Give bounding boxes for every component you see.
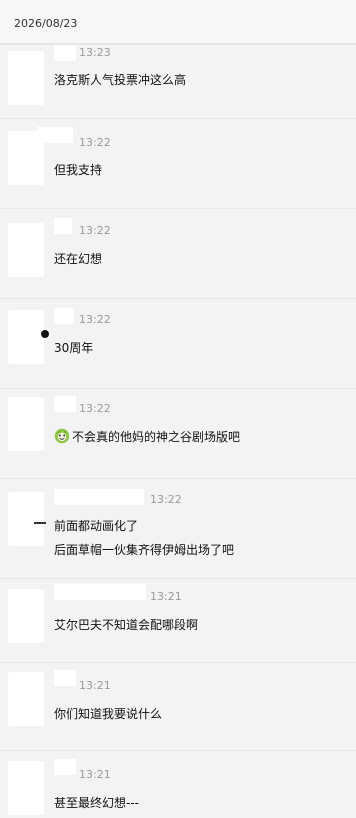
avatar[interactable] xyxy=(8,310,49,364)
avatar[interactable] xyxy=(8,761,44,815)
message-text-line: 甚至最终幻想--- xyxy=(54,796,139,810)
message-time: 13:21 xyxy=(79,679,111,692)
message-item[interactable]: 13:23 洛克斯人气投票冲这么高 xyxy=(0,44,356,118)
message-item[interactable]: 13:21 甚至最终幻想--- xyxy=(0,750,356,818)
message-time: 13:22 xyxy=(79,224,111,237)
message-item[interactable]: 13:22 前面都动画化了 后面草帽一伙集齐得伊姆出场了吧 xyxy=(0,478,356,578)
message-text-line: 艾尔巴夫不知道会配哪段啊 xyxy=(54,618,199,632)
message-item[interactable]: 13:22 但我支持 xyxy=(0,118,356,208)
message-text-line: 后面草帽一伙集齐得伊姆出场了吧 xyxy=(54,543,235,557)
message-text-line: 但我支持 xyxy=(54,163,103,177)
message-time: 13:21 xyxy=(150,590,182,603)
message-item[interactable]: 13:21 艾尔巴夫不知道会配哪段啊 xyxy=(0,578,356,662)
sender-name-mask xyxy=(54,489,144,505)
avatar[interactable] xyxy=(8,51,44,105)
message-item[interactable]: 13:22 30周年 xyxy=(0,298,356,388)
avatar-mark xyxy=(41,330,49,338)
avatar[interactable] xyxy=(8,397,44,451)
message-text-line: 不会真的他妈的神之谷剧场版吧 xyxy=(54,428,240,445)
sender-name-mask xyxy=(54,308,74,324)
message-text-line: 30周年 xyxy=(54,341,94,355)
sender-name-mask xyxy=(54,759,76,775)
message-item[interactable]: 13:21 你们知道我要说什么 xyxy=(0,662,356,750)
message-item[interactable]: 13:22 不会真的他妈的神之谷剧场版吧 xyxy=(0,388,356,478)
sender-name-mask xyxy=(54,396,76,412)
avatar[interactable] xyxy=(8,672,44,726)
message-time: 13:22 xyxy=(79,313,111,326)
message-item[interactable]: 13:22 还在幻想 xyxy=(0,208,356,298)
sender-name-mask xyxy=(54,584,146,600)
message-time: 13:22 xyxy=(150,493,182,506)
chat-history-window: 2026/08/23 13:23 洛克斯人气投票冲这么高 13:22 但我支持 … xyxy=(0,0,356,818)
date-label: 2026/08/23 xyxy=(14,17,78,30)
sender-name-mask xyxy=(54,45,76,61)
message-text-line: 你们知道我要说什么 xyxy=(54,707,163,721)
avatar-mark xyxy=(34,522,46,524)
avatar[interactable] xyxy=(8,589,44,643)
message-text-line: 洛克斯人气投票冲这么高 xyxy=(54,73,187,87)
message-time: 13:22 xyxy=(79,136,111,149)
message-time: 13:23 xyxy=(79,46,111,59)
sender-name-mask xyxy=(37,127,73,143)
message-time: 13:22 xyxy=(79,402,111,415)
message-text-line: 还在幻想 xyxy=(54,252,103,266)
message-text: 不会真的他妈的神之谷剧场版吧 xyxy=(72,430,241,444)
message-text-line: 前面都动画化了 xyxy=(54,519,139,533)
avatar[interactable] xyxy=(8,492,46,546)
date-header: 2026/08/23 xyxy=(0,0,356,44)
sender-name-mask xyxy=(54,670,76,686)
message-time: 13:21 xyxy=(79,768,111,781)
sender-name-mask xyxy=(54,218,72,234)
avatar[interactable] xyxy=(8,223,44,277)
green-face-emoji-icon xyxy=(54,428,70,444)
